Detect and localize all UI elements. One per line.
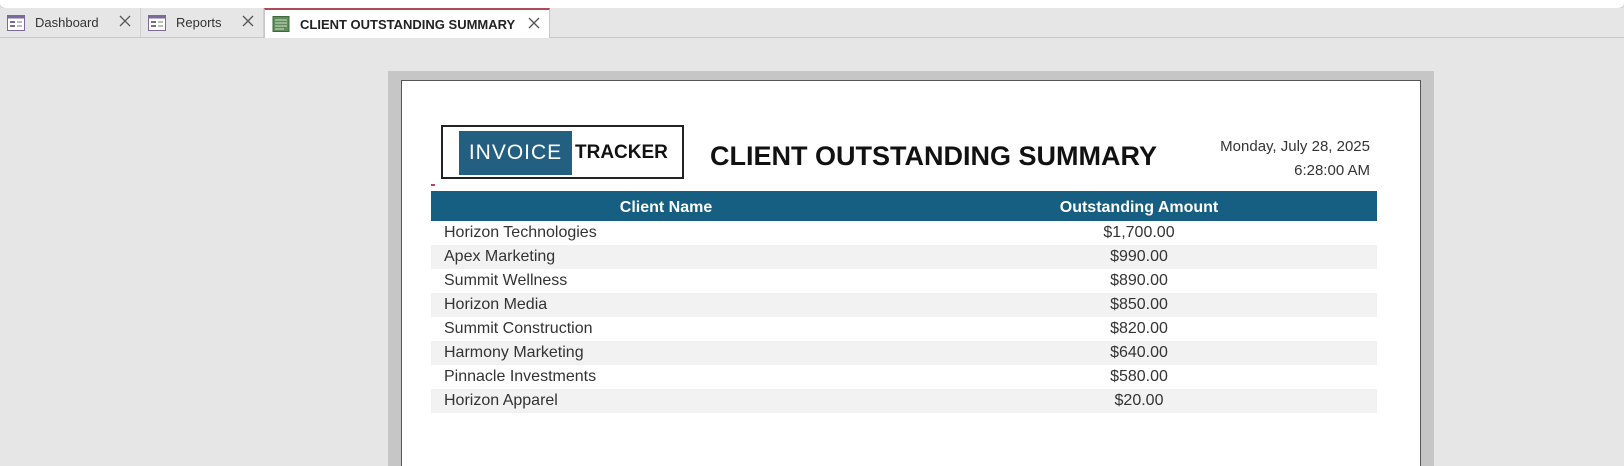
client-name-cell: Horizon Apparel: [444, 392, 558, 409]
form-icon: [148, 14, 166, 31]
amount-cell: $20.00: [1114, 392, 1164, 409]
table-header: Client Name Outstanding Amount: [431, 191, 1377, 221]
close-icon[interactable]: [527, 16, 541, 30]
client-name-cell: Harmony Marketing: [444, 344, 584, 361]
tab-reports[interactable]: Reports: [141, 8, 264, 37]
table-row: Apex Marketing $990.00: [431, 245, 1377, 269]
client-name-cell: Summit Construction: [444, 320, 593, 337]
tab-client-outstanding-summary[interactable]: CLIENT OUTSTANDING SUMMARY: [264, 8, 550, 38]
column-header-outstanding-amount: Outstanding Amount: [1059, 199, 1219, 216]
amount-cell: $820.00: [1110, 320, 1168, 337]
logo-tracker-text: TRACKER: [575, 142, 668, 163]
report-title: CLIENT OUTSTANDING SUMMARY: [710, 141, 1157, 171]
tab-dashboard[interactable]: Dashboard: [0, 8, 141, 37]
report-date: Monday, July 28, 2025: [1220, 138, 1370, 155]
client-name-cell: Horizon Technologies: [444, 224, 597, 241]
close-icon[interactable]: [118, 14, 132, 28]
tab-label: CLIENT OUTSTANDING SUMMARY: [300, 16, 516, 32]
amount-cell: $640.00: [1110, 344, 1168, 361]
client-name-cell: Apex Marketing: [444, 248, 556, 265]
table-row: Horizon Apparel $20.00: [431, 389, 1377, 413]
section-marker: [431, 184, 435, 186]
table-body: Horizon Technologies $1,700.00 Apex Mark…: [431, 221, 1377, 413]
document-tab-bar: Dashboard Reports CLIENT OUTSTANDING SUM…: [0, 8, 1624, 38]
table-row: Summit Construction $820.00: [431, 317, 1377, 341]
close-icon[interactable]: [241, 14, 255, 28]
amount-cell: $1,700.00: [1103, 224, 1175, 241]
tab-label: Reports: [176, 15, 222, 30]
report-time: 6:28:00 AM: [1294, 162, 1370, 179]
client-name-cell: Horizon Media: [444, 296, 548, 313]
table-row: Horizon Media $850.00: [431, 293, 1377, 317]
client-name-cell: Summit Wellness: [444, 272, 568, 289]
amount-cell: $890.00: [1110, 272, 1168, 289]
amount-cell: $990.00: [1110, 248, 1168, 265]
amount-cell: $850.00: [1110, 296, 1168, 313]
report-icon: [272, 16, 290, 32]
invoice-tracker-logo: INVOICE TRACKER: [441, 125, 684, 179]
tab-label: Dashboard: [35, 15, 99, 30]
logo-invoice-box: INVOICE: [459, 131, 572, 175]
column-header-client-name: Client Name: [619, 199, 713, 216]
table-row: Horizon Technologies $1,700.00: [431, 221, 1377, 245]
outstanding-table: Client Name Outstanding Amount Horizon T…: [431, 191, 1377, 413]
form-icon: [7, 14, 25, 31]
table-row: Harmony Marketing $640.00: [431, 341, 1377, 365]
client-name-cell: Pinnacle Investments: [444, 368, 597, 385]
table-row: Pinnacle Investments $580.00: [431, 365, 1377, 389]
amount-cell: $580.00: [1110, 368, 1168, 385]
table-row: Summit Wellness $890.00: [431, 269, 1377, 293]
